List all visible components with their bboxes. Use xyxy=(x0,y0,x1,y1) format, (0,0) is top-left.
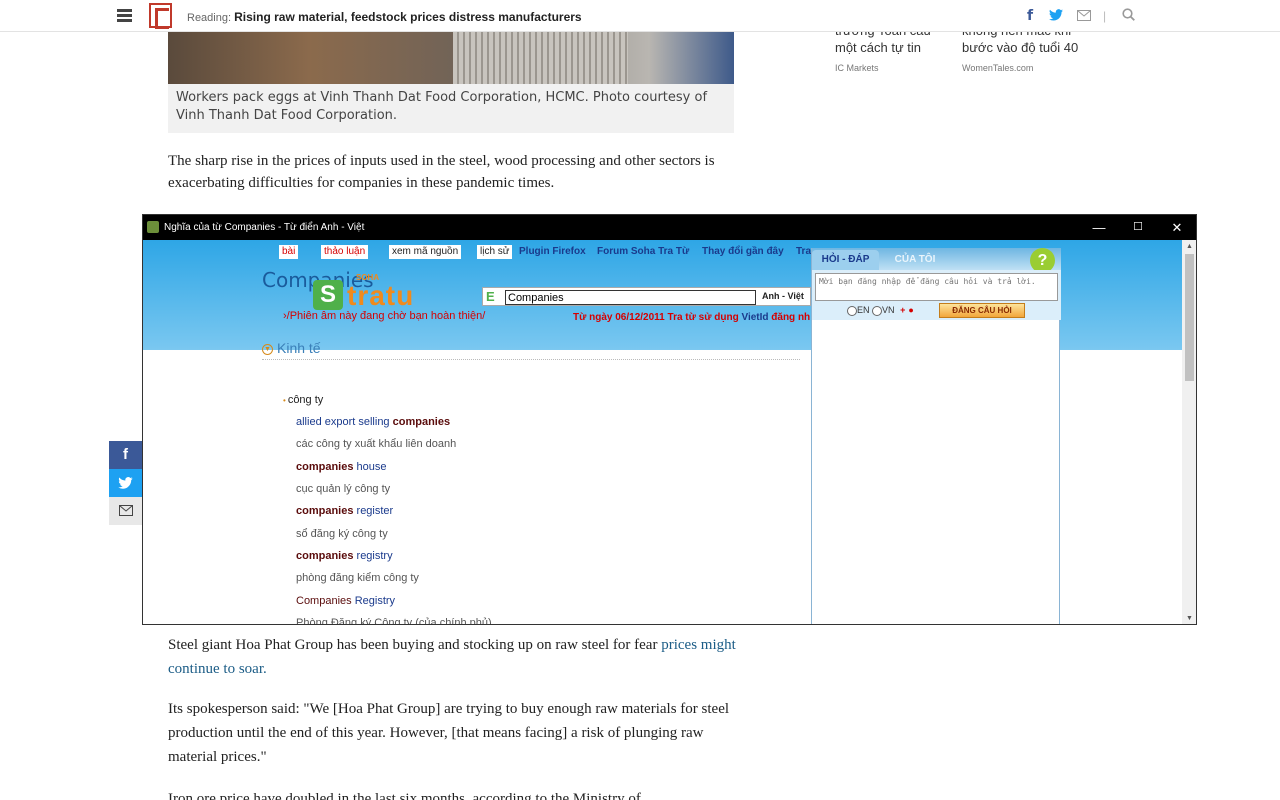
reading-label: Reading: xyxy=(187,12,232,24)
example-part[interactable]: allied export selling xyxy=(296,416,393,428)
window-titlebar[interactable]: Nghĩa của từ Companies - Từ điển Anh - V… xyxy=(143,215,1196,240)
tab-article[interactable]: bài xyxy=(279,245,299,259)
example-keyword: companies xyxy=(296,505,354,517)
close-button[interactable]: ✕ xyxy=(1158,215,1196,240)
flag-uk-icon: + xyxy=(900,305,906,315)
tab-view-source[interactable]: xem mã nguồn xyxy=(389,245,462,259)
tab-discussion[interactable]: thảo luận xyxy=(321,245,369,259)
facebook-icon[interactable]: f xyxy=(1027,8,1033,24)
definition-entry: công ty xyxy=(283,394,323,406)
ad-source: IC Markets xyxy=(835,63,879,73)
tab-mine[interactable]: CỦA TÔI xyxy=(882,250,948,270)
search-icon[interactable] xyxy=(1122,8,1135,24)
example-english: companies registry xyxy=(296,550,393,562)
example-vietnamese: cục quản lý công ty xyxy=(296,483,391,495)
section-heading[interactable]: ▼ Kinh tế xyxy=(262,340,800,360)
notice-text: Từ ngày 06/12/2011 Tra từ sử dụng xyxy=(573,312,742,323)
reading-bar: Reading: Rising raw material, feedstock … xyxy=(187,10,582,24)
maximize-button[interactable]: ☐ xyxy=(1119,215,1157,240)
example-english: Companies Registry xyxy=(296,595,395,607)
language-select[interactable]: Anh - Việt xyxy=(762,291,804,301)
share-facebook-icon[interactable]: f xyxy=(109,441,142,469)
section-name: Kinh tế xyxy=(277,340,321,356)
example-vietnamese: sổ đăng ký công ty xyxy=(296,528,388,540)
separator: | xyxy=(1103,9,1107,23)
notice-text: đăng nh xyxy=(768,312,811,323)
ad-source: WomenTales.com xyxy=(962,63,1034,73)
example-keyword: companies xyxy=(296,550,354,562)
twitter-icon[interactable] xyxy=(1049,8,1063,24)
link-plugin-firefox[interactable]: Plugin Firefox xyxy=(516,245,589,259)
search-input[interactable] xyxy=(505,290,756,305)
share-twitter-icon[interactable] xyxy=(109,469,142,497)
example-part[interactable]: registry xyxy=(353,550,393,562)
radio-vn[interactable] xyxy=(872,305,883,316)
article-paragraph: Steel giant Hoa Phat Group has been buyi… xyxy=(168,633,738,681)
link-forum[interactable]: Forum Soha Tra Từ xyxy=(594,245,692,259)
question-textarea[interactable] xyxy=(815,273,1058,301)
share-mail-icon[interactable] xyxy=(109,497,142,525)
article-paragraph: Iron ore price have doubled in the last … xyxy=(168,791,641,800)
example-english: allied export selling companies xyxy=(296,416,450,428)
flag-vn-icon: ● xyxy=(908,305,914,315)
qa-panel: HỎI - ĐÁP CỦA TÔI ? EN VN +● ĐĂNG CÂU HỎ… xyxy=(811,248,1061,624)
post-question-button[interactable]: ĐĂNG CÂU HỎI xyxy=(939,303,1025,318)
photo-caption: Workers pack eggs at Vinh Thanh Dat Food… xyxy=(168,84,734,133)
wiki-tabs: bài thảo luận xem mã nguồn lịch sử Plugi… xyxy=(143,245,811,261)
example-english: companies house xyxy=(296,461,387,473)
collapse-icon[interactable]: ▼ xyxy=(262,344,273,355)
example-english: companies register xyxy=(296,505,393,517)
phonetic-notice[interactable]: ›/Phiên âm này đang chờ bạn hoàn thiện/ xyxy=(283,310,485,322)
tratu-logo-icon[interactable]: S xyxy=(313,280,343,310)
example-vietnamese: phòng đăng kiểm công ty xyxy=(296,572,419,584)
article-paragraph: The sharp rise in the prices of inputs u… xyxy=(168,153,715,191)
vietid-notice: Từ ngày 06/12/2011 Tra từ sử dụng VietId… xyxy=(573,312,810,323)
radio-en-label: EN xyxy=(857,305,870,315)
article-paragraph: Its spokesperson said: "We [Hoa Phat Gro… xyxy=(168,701,730,765)
paragraph-text: Steel giant Hoa Phat Group has been buyi… xyxy=(168,637,662,653)
dictionary-e-icon: E xyxy=(486,289,495,304)
scroll-up-icon[interactable]: ▲ xyxy=(1182,240,1196,254)
scroll-down-icon[interactable]: ▼ xyxy=(1182,612,1196,624)
language-choice: EN VN + ● xyxy=(847,305,914,316)
radio-vn-label: VN xyxy=(882,305,895,315)
brand-tratu[interactable]: tratu xyxy=(347,280,414,312)
vietid-link[interactable]: VietId xyxy=(741,312,768,323)
example-keyword: Companies xyxy=(296,595,352,607)
hamburger-icon[interactable] xyxy=(117,9,132,22)
example-vietnamese: các công ty xuất khẩu liên doanh xyxy=(296,438,457,450)
dictionary-popup-window: Nghĩa của từ Companies - Từ điển Anh - V… xyxy=(142,214,1197,625)
qa-body: EN VN +● ĐĂNG CÂU HỎI xyxy=(812,270,1061,320)
app-icon xyxy=(147,221,159,233)
tab-qa[interactable]: HỎI - ĐÁP xyxy=(812,250,879,270)
vertical-scrollbar[interactable]: ▲ ▼ xyxy=(1182,240,1196,624)
example-part[interactable]: register xyxy=(353,505,394,517)
reading-title[interactable]: Rising raw material, feedstock prices di… xyxy=(234,10,581,24)
scroll-thumb[interactable] xyxy=(1185,254,1194,381)
example-part[interactable]: Registry xyxy=(352,595,395,607)
link-recent-changes[interactable]: Thay đổi gần đây xyxy=(699,245,787,259)
mail-icon[interactable] xyxy=(1077,8,1091,24)
top-bar: Reading: Rising raw material, feedstock … xyxy=(0,0,1280,32)
radio-en[interactable] xyxy=(847,305,857,316)
example-keyword: companies xyxy=(296,461,354,473)
tab-history[interactable]: lịch sử xyxy=(477,245,513,259)
dictionary-content: bài thảo luận xem mã nguồn lịch sử Plugi… xyxy=(143,240,1182,625)
minimize-button[interactable]: — xyxy=(1080,215,1118,240)
example-part[interactable]: house xyxy=(353,461,387,473)
dictionary-search: E Anh - Việt xyxy=(482,287,811,306)
article-photo xyxy=(168,32,734,84)
example-keyword: companies xyxy=(392,416,451,428)
site-logo[interactable] xyxy=(149,3,172,29)
example-vietnamese: Phòng Đăng ký Công ty (của chính phủ) xyxy=(296,617,492,625)
window-title: Nghĩa của từ Companies - Từ điển Anh - V… xyxy=(164,222,365,233)
